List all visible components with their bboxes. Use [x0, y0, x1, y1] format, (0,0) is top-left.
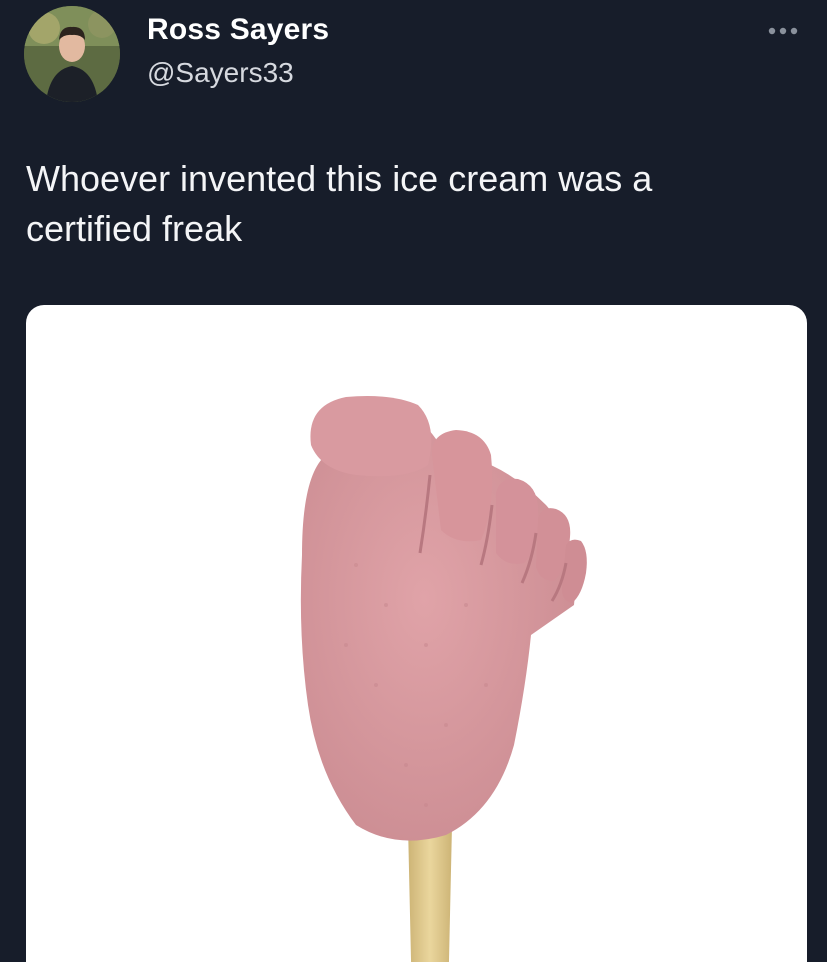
- foot-shaped-ice-cream-image: [300, 396, 587, 962]
- tweet-text: Whoever invented this ice cream was a ce…: [26, 158, 653, 249]
- tweet-media-image[interactable]: [26, 305, 807, 962]
- avatar[interactable]: [24, 6, 120, 102]
- user-avatar-photo: [24, 6, 120, 102]
- more-options-icon[interactable]: [763, 18, 803, 44]
- author-handle[interactable]: @Sayers33: [147, 57, 294, 89]
- author-name[interactable]: Ross Sayers: [147, 13, 329, 47]
